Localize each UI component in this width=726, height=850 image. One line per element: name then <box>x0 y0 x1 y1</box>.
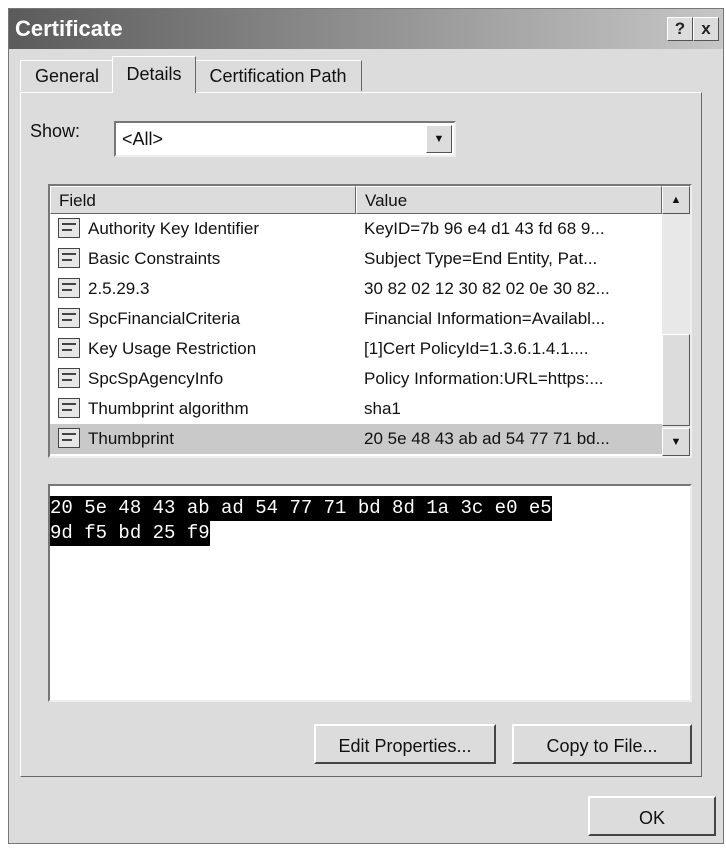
value-line-1: 20 5e 48 43 ab ad 54 77 71 bd 8d 1a 3c e… <box>50 496 552 521</box>
row-field: SpcFinancialCriteria <box>88 309 241 328</box>
row-field: 2.5.29.3 <box>88 279 150 298</box>
certificate-field-icon <box>58 428 80 448</box>
row-value: 30 82 02 12 30 82 02 0e 30 82... <box>364 279 610 298</box>
scroll-down-icon[interactable]: ▼ <box>662 428 690 456</box>
tab-details[interactable]: Details <box>112 56 196 93</box>
window-title: Certificate <box>15 16 123 41</box>
row-value: Policy Information:URL=https:... <box>364 369 604 388</box>
field-value-box[interactable]: 20 5e 48 43 ab ad 54 77 71 bd 8d 1a 3c e… <box>48 484 692 702</box>
row-field: SpcSpAgencyInfo <box>88 369 224 388</box>
chevron-down-icon[interactable]: ▼ <box>426 125 452 153</box>
show-select-value: <All> <box>122 129 164 149</box>
certificate-field-icon <box>58 278 80 298</box>
list-row-spcfinancialcriteria[interactable]: SpcFinancialCriteria Financial Informati… <box>50 304 664 334</box>
row-value: Financial Information=Availabl... <box>364 309 606 328</box>
certificate-field-icon <box>58 218 80 238</box>
list-row-basic-constraints[interactable]: Basic Constraints Subject Type=End Entit… <box>50 244 664 274</box>
row-field: Thumbprint <box>88 429 174 448</box>
certificate-field-icon <box>58 398 80 418</box>
scroll-up-icon[interactable]: ▲ <box>662 186 690 214</box>
edit-properties-button[interactable]: Edit Properties... <box>314 724 496 764</box>
value-line-2: 9d f5 bd 25 f9 <box>50 521 210 546</box>
list-row-2-5-29-3[interactable]: 2.5.29.3 30 82 02 12 30 82 02 0e 30 82..… <box>50 274 664 304</box>
certificate-field-icon <box>58 248 80 268</box>
row-value: [1]Cert PolicyId=1.3.6.1.4.1.... <box>364 339 589 358</box>
list-scrollbar[interactable]: ▲ ▼ <box>662 186 690 456</box>
row-value: KeyID=7b 96 e4 d1 43 fd 68 9... <box>364 219 605 238</box>
row-field: Basic Constraints <box>88 249 221 268</box>
title-bar[interactable]: Certificate ? x <box>9 9 723 49</box>
column-header-value[interactable]: Value <box>356 186 662 214</box>
list-row-authority-key-identifier[interactable]: Authority Key Identifier KeyID=7b 96 e4 … <box>50 214 664 244</box>
show-label: Show: <box>30 121 81 141</box>
list-row-key-usage-restriction[interactable]: Key Usage Restriction [1]Cert PolicyId=1… <box>50 334 664 364</box>
show-select[interactable]: <All> ▼ <box>114 121 456 157</box>
close-button[interactable]: x <box>693 17 719 41</box>
scrollbar-thumb[interactable] <box>662 334 690 426</box>
row-value: Subject Type=End Entity, Pat... <box>364 249 598 268</box>
tab-general[interactable]: General <box>20 60 114 91</box>
help-button[interactable]: ? <box>667 17 693 41</box>
list-row-thumbprint-algorithm[interactable]: Thumbprint algorithm sha1 <box>50 394 664 424</box>
row-field: Authority Key Identifier <box>88 219 260 238</box>
certificate-field-icon <box>58 338 80 358</box>
row-field: Thumbprint algorithm <box>88 399 249 418</box>
list-row-spcspagencyinfo[interactable]: SpcSpAgencyInfo Policy Information:URL=h… <box>50 364 664 394</box>
ok-button[interactable]: OK <box>588 796 716 836</box>
row-value: sha1 <box>364 399 401 418</box>
row-field: Key Usage Restriction <box>88 339 257 358</box>
field-list[interactable]: Field Value Authority Key Identifier Key… <box>48 184 692 458</box>
tab-certification-path[interactable]: Certification Path <box>194 60 362 91</box>
row-value: 20 5e 48 43 ab ad 54 77 71 bd... <box>364 429 610 448</box>
certificate-field-icon <box>58 368 80 388</box>
column-header-field[interactable]: Field <box>50 186 356 214</box>
certificate-field-icon <box>58 308 80 328</box>
list-row-thumbprint[interactable]: Thumbprint 20 5e 48 43 ab ad 54 77 71 bd… <box>50 424 664 454</box>
copy-to-file-button[interactable]: Copy to File... <box>512 724 692 764</box>
